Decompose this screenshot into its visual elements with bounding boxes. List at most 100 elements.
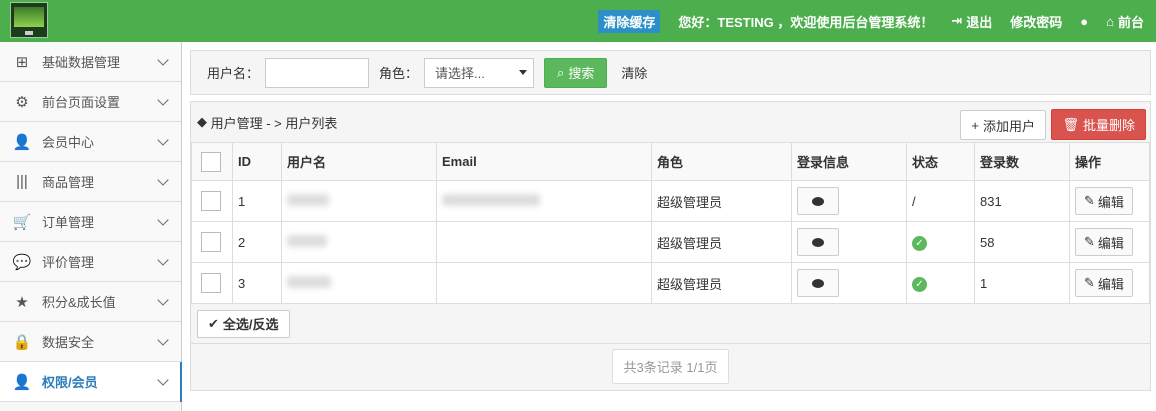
search-button-label: 搜索	[568, 66, 595, 81]
status-cell: ✓	[906, 262, 975, 304]
email-cell	[436, 180, 652, 222]
change-password-link[interactable]: 修改密码	[1010, 12, 1062, 31]
sidebar-item-data-security[interactable]: 🔒 数据安全	[0, 322, 181, 362]
clear-button[interactable]: 清除	[621, 63, 647, 82]
sidebar-item-member-center[interactable]: 👤 会员中心	[0, 122, 181, 162]
select-all-label: 全选/反选	[222, 317, 279, 332]
row-checkbox-cell	[191, 221, 233, 263]
col-role: 角色	[651, 142, 792, 181]
select-all-header	[191, 142, 233, 181]
login-info-button[interactable]	[797, 228, 839, 256]
row-checkbox[interactable]	[201, 232, 221, 252]
sidebar-item-label: 评价管理	[42, 255, 95, 270]
pagination: 共3条记录 1/1页	[191, 344, 1150, 388]
sidebar-item-frontend-settings[interactable]: ⚙ 前台页面设置	[0, 82, 181, 122]
pagination-summary: 共3条记录 1/1页	[611, 348, 730, 384]
check-circle-icon: ✓	[912, 276, 927, 292]
logout-label: 退出	[966, 14, 993, 30]
login-info-cell	[791, 180, 907, 222]
username-cell	[281, 262, 437, 304]
row-checkbox[interactable]	[201, 273, 221, 293]
sidebar-item-products[interactable]: ||| 商品管理	[0, 162, 181, 202]
col-actions: 操作	[1069, 142, 1150, 181]
username-input[interactable]	[265, 57, 370, 88]
edit-icon: ✎	[1084, 275, 1095, 290]
role-cell: 超级管理员	[651, 262, 792, 304]
gears-icon: ⚙	[15, 93, 29, 111]
row-checkbox-cell	[191, 180, 233, 222]
batch-delete-button[interactable]: 🗑 批量删除	[1051, 109, 1146, 140]
email-cell	[436, 262, 652, 304]
redacted-email	[442, 193, 540, 206]
actions-cell: ✎ 编辑	[1069, 221, 1150, 263]
comment-icon	[812, 237, 824, 247]
sitemap-icon: ⊞	[15, 53, 29, 71]
chevron-down-icon	[157, 214, 169, 226]
breadcrumb-bullet: ◆	[197, 114, 211, 129]
logo	[10, 2, 48, 38]
login-count-cell: 831	[974, 180, 1070, 222]
search-icon: ⌕	[557, 64, 565, 80]
select-all-button[interactable]: ✔ 全选/反选	[197, 309, 290, 338]
sign-out-icon: ⇥	[951, 13, 963, 28]
comment-icon	[812, 278, 824, 288]
id-cell: 1	[232, 180, 282, 222]
table-header-row: ID 用户名 Email 角色 登录信息 状态 登录数 操作	[191, 142, 1150, 181]
add-user-button[interactable]: + 添加用户	[960, 110, 1046, 140]
check-icon: ✔	[208, 315, 219, 331]
check-circle-icon: ✓	[912, 235, 927, 251]
col-status: 状态	[906, 142, 975, 181]
row-checkbox[interactable]	[201, 191, 221, 211]
role-cell: 超级管理员	[651, 221, 792, 263]
sidebar-item-points[interactable]: ★ 积分&成长值	[0, 282, 181, 322]
sidebar-item-label: 数据安全	[42, 335, 95, 350]
add-user-label: 添加用户	[982, 118, 1035, 134]
email-cell	[436, 221, 652, 263]
header-checkbox[interactable]	[201, 151, 221, 172]
col-username: 用户名	[281, 142, 437, 181]
barcode-icon: |||	[16, 173, 28, 190]
sidebar-item-orders[interactable]: 🛒 订单管理	[0, 202, 181, 242]
redacted-username	[287, 275, 331, 288]
col-email: Email	[436, 142, 652, 181]
edit-button[interactable]: ✎ 编辑	[1075, 269, 1133, 297]
sidebar-item-basic-data[interactable]: ⊞ 基础数据管理	[0, 42, 181, 82]
edit-button[interactable]: ✎ 编辑	[1075, 228, 1133, 256]
table-footer: ✔ 全选/反选	[191, 304, 1150, 344]
plus-icon: +	[971, 117, 979, 133]
sidebar: ⊞ 基础数据管理 ⚙ 前台页面设置 👤 会员中心 ||| 商品管理 🛒 订单管理…	[0, 42, 182, 411]
chevron-down-icon	[157, 294, 169, 306]
edit-button[interactable]: ✎ 编辑	[1075, 187, 1133, 215]
status-cell: /	[906, 180, 975, 222]
sidebar-item-reviews[interactable]: 💬 评价管理	[0, 242, 181, 282]
role-select[interactable]: 请选择...	[424, 57, 535, 88]
sidebar-item-label: 会员中心	[42, 135, 95, 150]
frontend-link[interactable]: ⌂ 前台	[1106, 12, 1144, 31]
status-cell: ✓	[906, 221, 975, 263]
sidebar-item-permissions[interactable]: 👤 权限/会员	[0, 362, 182, 402]
chevron-down-icon	[157, 334, 169, 346]
chevron-down-icon	[157, 134, 169, 146]
login-info-button[interactable]	[797, 187, 839, 215]
search-button[interactable]: ⌕ 搜索	[544, 57, 608, 88]
comment-icon	[812, 196, 824, 206]
actions-cell: ✎ 编辑	[1069, 180, 1150, 222]
role-select-value: 请选择...	[435, 66, 485, 81]
col-id: ID	[232, 142, 282, 181]
login-info-button[interactable]	[797, 269, 839, 297]
lock-icon: 🔒	[12, 333, 32, 351]
clear-cache-button[interactable]: 清除缓存	[598, 9, 661, 33]
edit-icon: ✎	[1084, 193, 1095, 208]
logout-link[interactable]: ⇥ 退出	[951, 12, 992, 31]
caret-down-icon	[519, 70, 528, 75]
sidebar-item-label: 基础数据管理	[42, 55, 121, 70]
home-icon: ⌂	[1106, 13, 1114, 29]
tint-icon[interactable]: ●	[1080, 14, 1088, 29]
edit-label: 编辑	[1097, 235, 1124, 251]
edit-label: 编辑	[1097, 194, 1124, 210]
panel-header: ◆ 用户管理 - > 用户列表 + 添加用户 🗑 批量删除	[191, 102, 1150, 142]
sidebar-item-label: 前台页面设置	[42, 95, 121, 110]
chevron-down-icon	[157, 174, 169, 186]
username-cell	[281, 221, 437, 263]
role-cell: 超级管理员	[651, 180, 792, 222]
